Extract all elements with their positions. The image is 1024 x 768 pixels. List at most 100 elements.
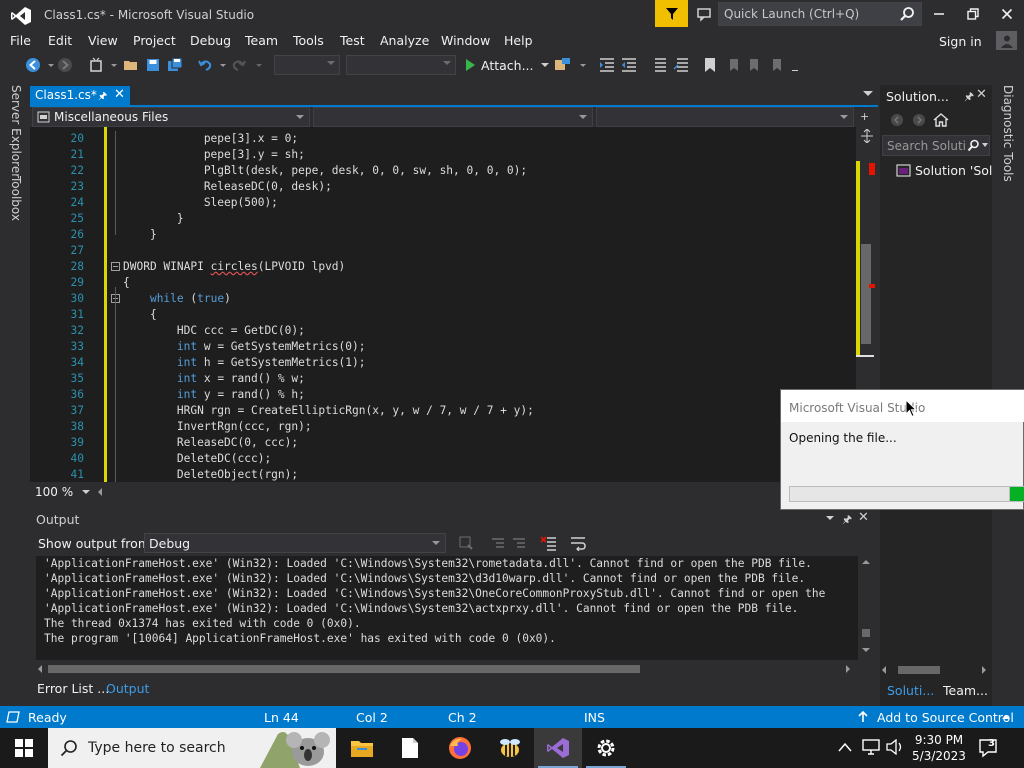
zoom-level[interactable]: 100 % [35, 485, 73, 499]
menu-file[interactable]: File [10, 33, 31, 48]
chevron-up-icon[interactable] [838, 742, 852, 752]
code-line[interactable]: 29 { [30, 275, 856, 291]
scrollbar-thumb[interactable] [861, 244, 871, 344]
tab-class1-cs[interactable]: Class1.cs* 🖈 ✕ [30, 86, 130, 105]
dialog-title-bar[interactable]: Microsoft Visual Studio [781, 390, 1024, 422]
firefox-taskbar-icon[interactable] [436, 728, 484, 768]
outdent-icon[interactable] [620, 56, 638, 74]
send-feedback-icon[interactable] [692, 4, 716, 24]
code-line[interactable]: 37 HRGN rgn = CreateEllipticRgn(x, y, w … [30, 403, 856, 419]
taskbar-clock[interactable]: 9:30 PM 5/3/2023 [912, 732, 966, 764]
tab-team-explorer[interactable]: Team... [943, 683, 988, 698]
tab-error-list[interactable]: Error List ... [37, 681, 109, 696]
taskbar-search-input[interactable] [88, 738, 228, 758]
solution-node[interactable]: Solution 'Solut [896, 162, 1005, 180]
scrollbar-thumb[interactable] [898, 666, 940, 674]
clear-all-icon[interactable] [541, 535, 557, 551]
solution-search-input[interactable] [887, 138, 965, 154]
output-horizontal-scrollbar[interactable] [36, 661, 858, 677]
new-project-icon[interactable] [87, 56, 105, 74]
pin-icon[interactable]: 🖈 [98, 89, 107, 106]
search-icon[interactable] [899, 6, 915, 22]
configuration-combo[interactable] [274, 55, 340, 75]
solution-horizontal-scrollbar[interactable] [880, 662, 992, 678]
panel-menu-icon[interactable] [826, 516, 834, 520]
code-line[interactable]: 39 ReleaseDC(0, ccc); [30, 435, 856, 451]
code-line[interactable]: 32 HDC ccc = GetDC(0); [30, 323, 856, 339]
platform-combo[interactable] [346, 55, 456, 75]
code-line[interactable]: 36 int y = rand() % h; [30, 387, 856, 403]
comment-lines-icon[interactable] [650, 56, 668, 74]
save-all-icon[interactable] [166, 56, 184, 74]
output-vertical-scrollbar[interactable] [858, 556, 876, 660]
scrollbar-thumb[interactable] [48, 665, 640, 673]
clear-bookmarks-icon[interactable] [768, 56, 786, 74]
find-message-icon[interactable] [458, 535, 474, 551]
back-icon[interactable] [890, 113, 904, 127]
uncomment-lines-icon[interactable] [672, 56, 690, 74]
navigate-forward-icon[interactable] [56, 56, 74, 74]
code-line[interactable]: 35 int x = rand() % w; [30, 371, 856, 387]
notification-center-button[interactable]: 3 [978, 736, 1002, 760]
bookmark-icon[interactable] [701, 56, 719, 74]
previous-message-icon[interactable] [490, 535, 506, 551]
quick-launch-box[interactable] [718, 2, 922, 26]
menu-view[interactable]: View [88, 33, 118, 48]
code-line[interactable]: 34 int h = GetSystemMetrics(1); [30, 355, 856, 371]
menu-analyze[interactable]: Analyze [380, 33, 429, 48]
file-explorer-taskbar-icon[interactable] [338, 728, 386, 768]
zoom-dropdown-icon[interactable] [82, 490, 90, 494]
tab-overflow-icon[interactable] [863, 91, 873, 96]
code-line[interactable]: 20 pepe[3].x = 0; [30, 131, 856, 147]
code-line[interactable]: 40 DeleteDC(ccc); [30, 451, 856, 467]
code-line[interactable]: 25 } [30, 211, 856, 227]
find-in-files-icon[interactable] [554, 56, 572, 74]
code-line[interactable]: 28 DWORD WINAPI circles(LPVOID lpvd) [30, 259, 856, 275]
split-window-icon[interactable] [860, 129, 874, 143]
taskbar-search-box[interactable] [48, 728, 336, 768]
code-line[interactable]: 26 } [30, 227, 856, 243]
code-line[interactable]: 38 InvertRgn(ccc, rgn); [30, 419, 856, 435]
menu-window[interactable]: Window [441, 33, 490, 48]
previous-bookmark-icon[interactable] [724, 56, 742, 74]
code-line[interactable]: 33 int w = GetSystemMetrics(0); [30, 339, 856, 355]
project-combo[interactable]: Miscellaneous Files [32, 107, 310, 127]
visual-studio-taskbar-icon[interactable] [534, 728, 582, 768]
quick-launch-input[interactable] [724, 5, 894, 23]
toggle-word-wrap-icon[interactable] [570, 535, 586, 551]
dropdown-arrow-icon[interactable] [105, 56, 123, 74]
search-icon[interactable] [967, 139, 980, 152]
solution-search-box[interactable] [882, 135, 990, 156]
save-icon[interactable] [144, 56, 162, 74]
close-panel-icon[interactable]: ✕ [858, 510, 869, 525]
collapse-toggle[interactable] [111, 262, 120, 271]
next-bookmark-icon[interactable] [746, 56, 764, 74]
menu-team[interactable]: Team [245, 33, 278, 48]
code-line[interactable]: 41 DeleteObject(rgn); [30, 467, 856, 482]
source-control-menu-icon[interactable] [1002, 715, 1010, 719]
member-combo[interactable] [596, 107, 854, 127]
toolbar-options-icon[interactable] [786, 56, 804, 74]
code-line[interactable]: 23 ReleaseDC(0, desk); [30, 179, 856, 195]
navigate-back-icon[interactable] [24, 56, 42, 74]
dropdown-arrow-icon[interactable] [574, 56, 592, 74]
menu-test[interactable]: Test [340, 33, 365, 48]
toolbox-tab[interactable]: Toolbox [9, 176, 23, 221]
menu-debug[interactable]: Debug [190, 33, 231, 48]
code-editor[interactable]: 20 pepe[3].x = 0; 21 pepe[3].y = sh; 22 Pl… [30, 127, 856, 482]
restore-button[interactable] [958, 2, 988, 26]
feedback-filter-icon[interactable] [655, 0, 688, 27]
attach-button[interactable]: Attach... [463, 55, 549, 75]
indent-icon[interactable] [598, 56, 616, 74]
tab-solution-explorer[interactable]: Soluti... [887, 683, 934, 698]
notepad-taskbar-icon[interactable] [386, 728, 434, 768]
server-explorer-tab[interactable]: Server Explorer [9, 85, 23, 178]
dropdown-arrow-icon[interactable] [250, 56, 268, 74]
close-panel-icon[interactable]: ✕ [976, 87, 987, 102]
tab-output[interactable]: Output [106, 681, 149, 696]
pin-icon[interactable]: 🖈 [842, 511, 852, 530]
navbar-split-icon[interactable]: + [860, 110, 869, 123]
minimize-button[interactable] [924, 2, 954, 26]
undo-icon[interactable] [196, 56, 214, 74]
pin-icon[interactable]: 🖈 [964, 88, 974, 107]
